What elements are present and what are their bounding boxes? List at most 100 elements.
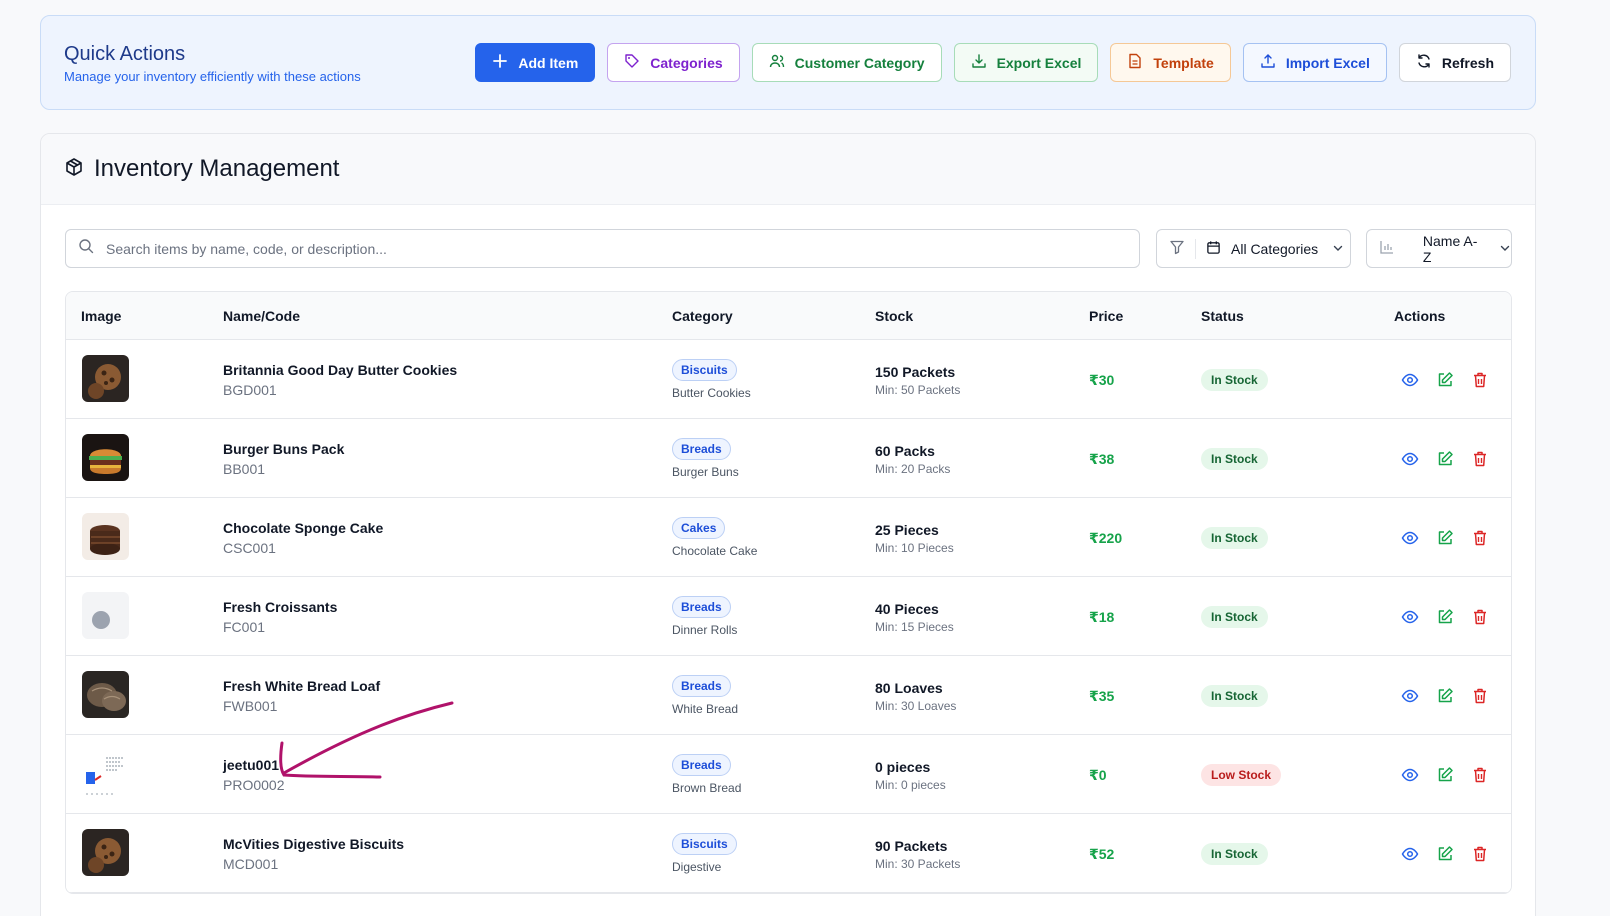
view-icon[interactable] <box>1401 371 1419 389</box>
status-badge: In Stock <box>1201 843 1268 865</box>
header-image: Image <box>81 308 122 324</box>
categories-label: Categories <box>650 54 723 71</box>
template-button[interactable]: Template <box>1110 43 1231 82</box>
status-badge: In Stock <box>1201 527 1268 549</box>
item-name: Burger Buns Pack <box>223 441 345 457</box>
item-image <box>82 750 129 797</box>
item-image <box>82 829 129 876</box>
export-excel-label: Export Excel <box>996 54 1082 71</box>
delete-icon[interactable] <box>1471 529 1489 547</box>
sort-select[interactable]: Name A-Z <box>1366 229 1512 268</box>
add-item-button[interactable]: Add Item <box>475 43 596 82</box>
customer-category-label: Customer Category <box>794 54 925 71</box>
categories-button[interactable]: Categories <box>607 43 740 82</box>
category-badge: Biscuits <box>672 359 737 381</box>
stock-quantity: 40 Pieces <box>875 601 939 617</box>
table-header: Image Name/Code Category Stock Price Sta… <box>66 292 1511 340</box>
bar-chart-icon <box>1379 239 1395 258</box>
delete-icon[interactable] <box>1471 450 1489 468</box>
stock-quantity: 90 Packets <box>875 838 948 854</box>
table-row: McVities Digestive Biscuits MCD001 Biscu… <box>66 814 1511 893</box>
view-icon[interactable] <box>1401 450 1419 468</box>
stock-quantity: 150 Packets <box>875 364 956 380</box>
chevron-down-icon <box>1332 241 1344 257</box>
edit-icon[interactable] <box>1436 529 1454 547</box>
edit-icon[interactable] <box>1436 371 1454 389</box>
refresh-button[interactable]: Refresh <box>1398 43 1511 82</box>
template-label: Template <box>1153 54 1214 71</box>
item-name: Chocolate Sponge Cake <box>223 520 384 536</box>
delete-icon[interactable] <box>1471 608 1489 626</box>
item-image <box>82 513 129 560</box>
item-price: ₹52 <box>1089 846 1115 862</box>
search-input[interactable] <box>106 240 1006 257</box>
header-actions: Actions <box>1394 308 1446 324</box>
delete-icon[interactable] <box>1471 371 1489 389</box>
quick-actions-title: Quick Actions <box>64 43 186 65</box>
status-badge: Low Stock <box>1201 764 1282 786</box>
inventory-header: Inventory Management <box>41 134 1535 205</box>
refresh-icon <box>1416 53 1432 72</box>
item-price: ₹0 <box>1089 767 1107 783</box>
stock-minimum: Min: 20 Packs <box>875 462 951 476</box>
quick-actions-subtitle: Manage your inventory efficiently with t… <box>64 69 361 84</box>
search-icon <box>78 238 94 259</box>
header-stock: Stock <box>875 308 914 324</box>
subcategory: Chocolate Cake <box>672 544 758 558</box>
item-price: ₹18 <box>1089 609 1115 625</box>
view-icon[interactable] <box>1401 687 1419 705</box>
delete-icon[interactable] <box>1471 687 1489 705</box>
refresh-label: Refresh <box>1441 54 1494 71</box>
subcategory: Digestive <box>672 860 722 874</box>
inventory-panel: Inventory Management All Categories Name… <box>40 133 1536 916</box>
item-code: FWB001 <box>223 698 278 714</box>
category-badge: Breads <box>672 754 731 776</box>
inventory-table: Image Name/Code Category Stock Price Sta… <box>65 291 1512 894</box>
item-name: Fresh White Bread Loaf <box>223 678 381 694</box>
chevron-down-icon <box>1499 241 1511 257</box>
stock-quantity: 25 Pieces <box>875 522 939 538</box>
item-code: BGD001 <box>223 382 277 398</box>
header-status: Status <box>1201 308 1244 324</box>
download-icon <box>971 53 987 72</box>
edit-icon[interactable] <box>1436 766 1454 784</box>
calendar-icon <box>1206 240 1221 258</box>
search-box[interactable] <box>65 229 1140 268</box>
delete-icon[interactable] <box>1471 766 1489 784</box>
plus-icon <box>492 53 508 72</box>
edit-icon[interactable] <box>1436 687 1454 705</box>
category-badge: Cakes <box>672 517 726 539</box>
import-excel-button[interactable]: Import Excel <box>1242 43 1387 82</box>
view-icon[interactable] <box>1401 845 1419 863</box>
stock-quantity: 60 Packs <box>875 443 935 459</box>
delete-icon[interactable] <box>1471 845 1489 863</box>
category-filter[interactable]: All Categories <box>1156 229 1351 268</box>
category-badge: Breads <box>672 438 731 460</box>
item-price: ₹38 <box>1089 451 1115 467</box>
edit-icon[interactable] <box>1436 845 1454 863</box>
subcategory: White Bread <box>672 702 739 716</box>
quick-actions-panel: Quick Actions Manage your inventory effi… <box>40 15 1536 110</box>
customer-category-button[interactable]: Customer Category <box>751 43 942 82</box>
status-badge: In Stock <box>1201 685 1268 707</box>
view-icon[interactable] <box>1401 529 1419 547</box>
item-code: BB001 <box>223 461 266 477</box>
edit-icon[interactable] <box>1436 608 1454 626</box>
quick-actions-buttons: Add Item Categories Customer Category Ex… <box>475 43 1511 82</box>
item-name: McVities Digestive Biscuits <box>223 836 405 852</box>
view-icon[interactable] <box>1401 766 1419 784</box>
filter-icon <box>1169 239 1185 258</box>
item-price: ₹220 <box>1089 530 1123 546</box>
item-price: ₹30 <box>1089 372 1115 388</box>
edit-icon[interactable] <box>1436 450 1454 468</box>
view-icon[interactable] <box>1401 608 1419 626</box>
stock-minimum: Min: 30 Loaves <box>875 699 957 713</box>
stock-quantity: 0 pieces <box>875 759 931 775</box>
category-badge: Breads <box>672 675 731 697</box>
category-badge: Breads <box>672 596 731 618</box>
table-row: Britannia Good Day Butter Cookies BGD001… <box>66 340 1511 419</box>
header-name: Name/Code <box>223 308 301 324</box>
item-price: ₹35 <box>1089 688 1115 704</box>
export-excel-button[interactable]: Export Excel <box>953 43 1099 82</box>
table-body: Britannia Good Day Butter Cookies BGD001… <box>66 340 1511 893</box>
